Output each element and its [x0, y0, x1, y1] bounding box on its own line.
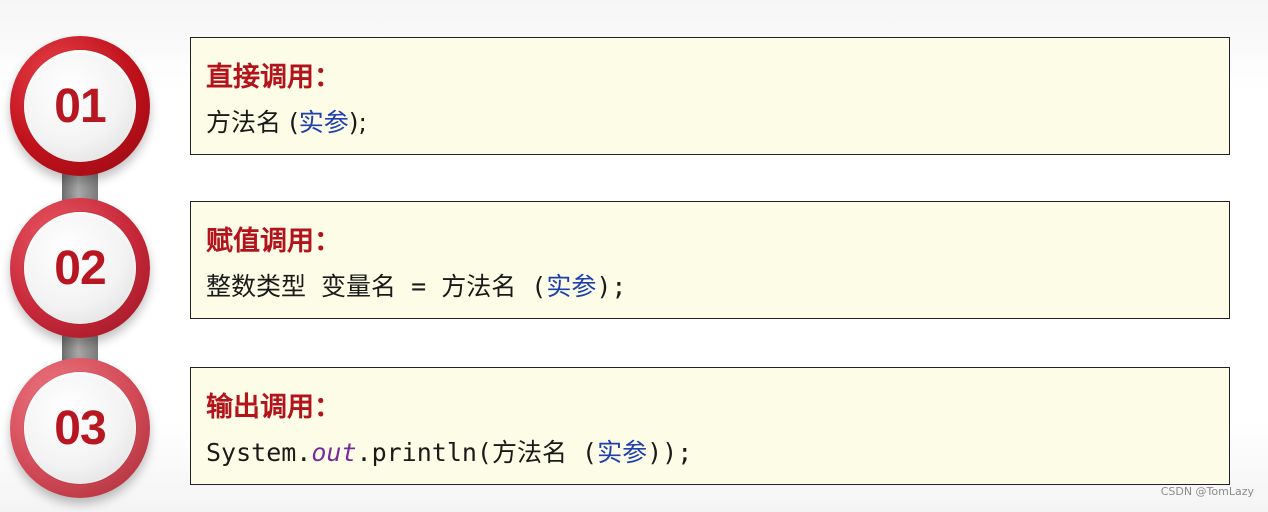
step-title: 输出调用：	[206, 392, 341, 423]
code-field-out: out	[311, 438, 357, 467]
step-number: 03	[54, 401, 106, 455]
step-code: 方法名 (实参);	[206, 106, 1229, 140]
step-badge-03: 03	[10, 358, 150, 498]
step-badge-inner: 01	[24, 50, 136, 162]
code-text: 整数类型 变量名 = 方法名 (	[206, 272, 547, 301]
step-badge-02: 02	[10, 198, 150, 338]
step-code: System.out.println(方法名 (实参));	[206, 436, 1229, 470]
code-text-end: );	[596, 272, 627, 301]
step-number: 01	[54, 79, 106, 133]
code-text: 方法名 (	[206, 108, 299, 137]
step-card-direct-call: 直接调用： 方法名 (实参);	[190, 37, 1230, 155]
step-code: 整数类型 变量名 = 方法名 (实参);	[206, 270, 1229, 304]
watermark: CSDN @TomLazy	[1160, 485, 1254, 498]
code-text-end: );	[348, 108, 367, 137]
code-text: System.	[206, 438, 312, 467]
step-card-output-call: 输出调用： System.out.println(方法名 (实参));	[190, 367, 1230, 485]
code-text-end: ));	[647, 438, 693, 467]
step-title: 直接调用：	[206, 62, 341, 93]
step-number: 02	[54, 241, 106, 295]
step-badge-01: 01	[10, 36, 150, 176]
code-text: .println(方法名 (	[356, 438, 598, 467]
code-arg-highlight: 实参	[597, 438, 648, 467]
step-badge-inner: 02	[24, 212, 136, 324]
step-badge-inner: 03	[24, 372, 136, 484]
step-card-assignment-call: 赋值调用： 整数类型 变量名 = 方法名 (实参);	[190, 201, 1230, 319]
step-title: 赋值调用：	[206, 226, 341, 257]
code-arg-highlight: 实参	[298, 108, 349, 137]
code-arg-highlight: 实参	[546, 272, 597, 301]
